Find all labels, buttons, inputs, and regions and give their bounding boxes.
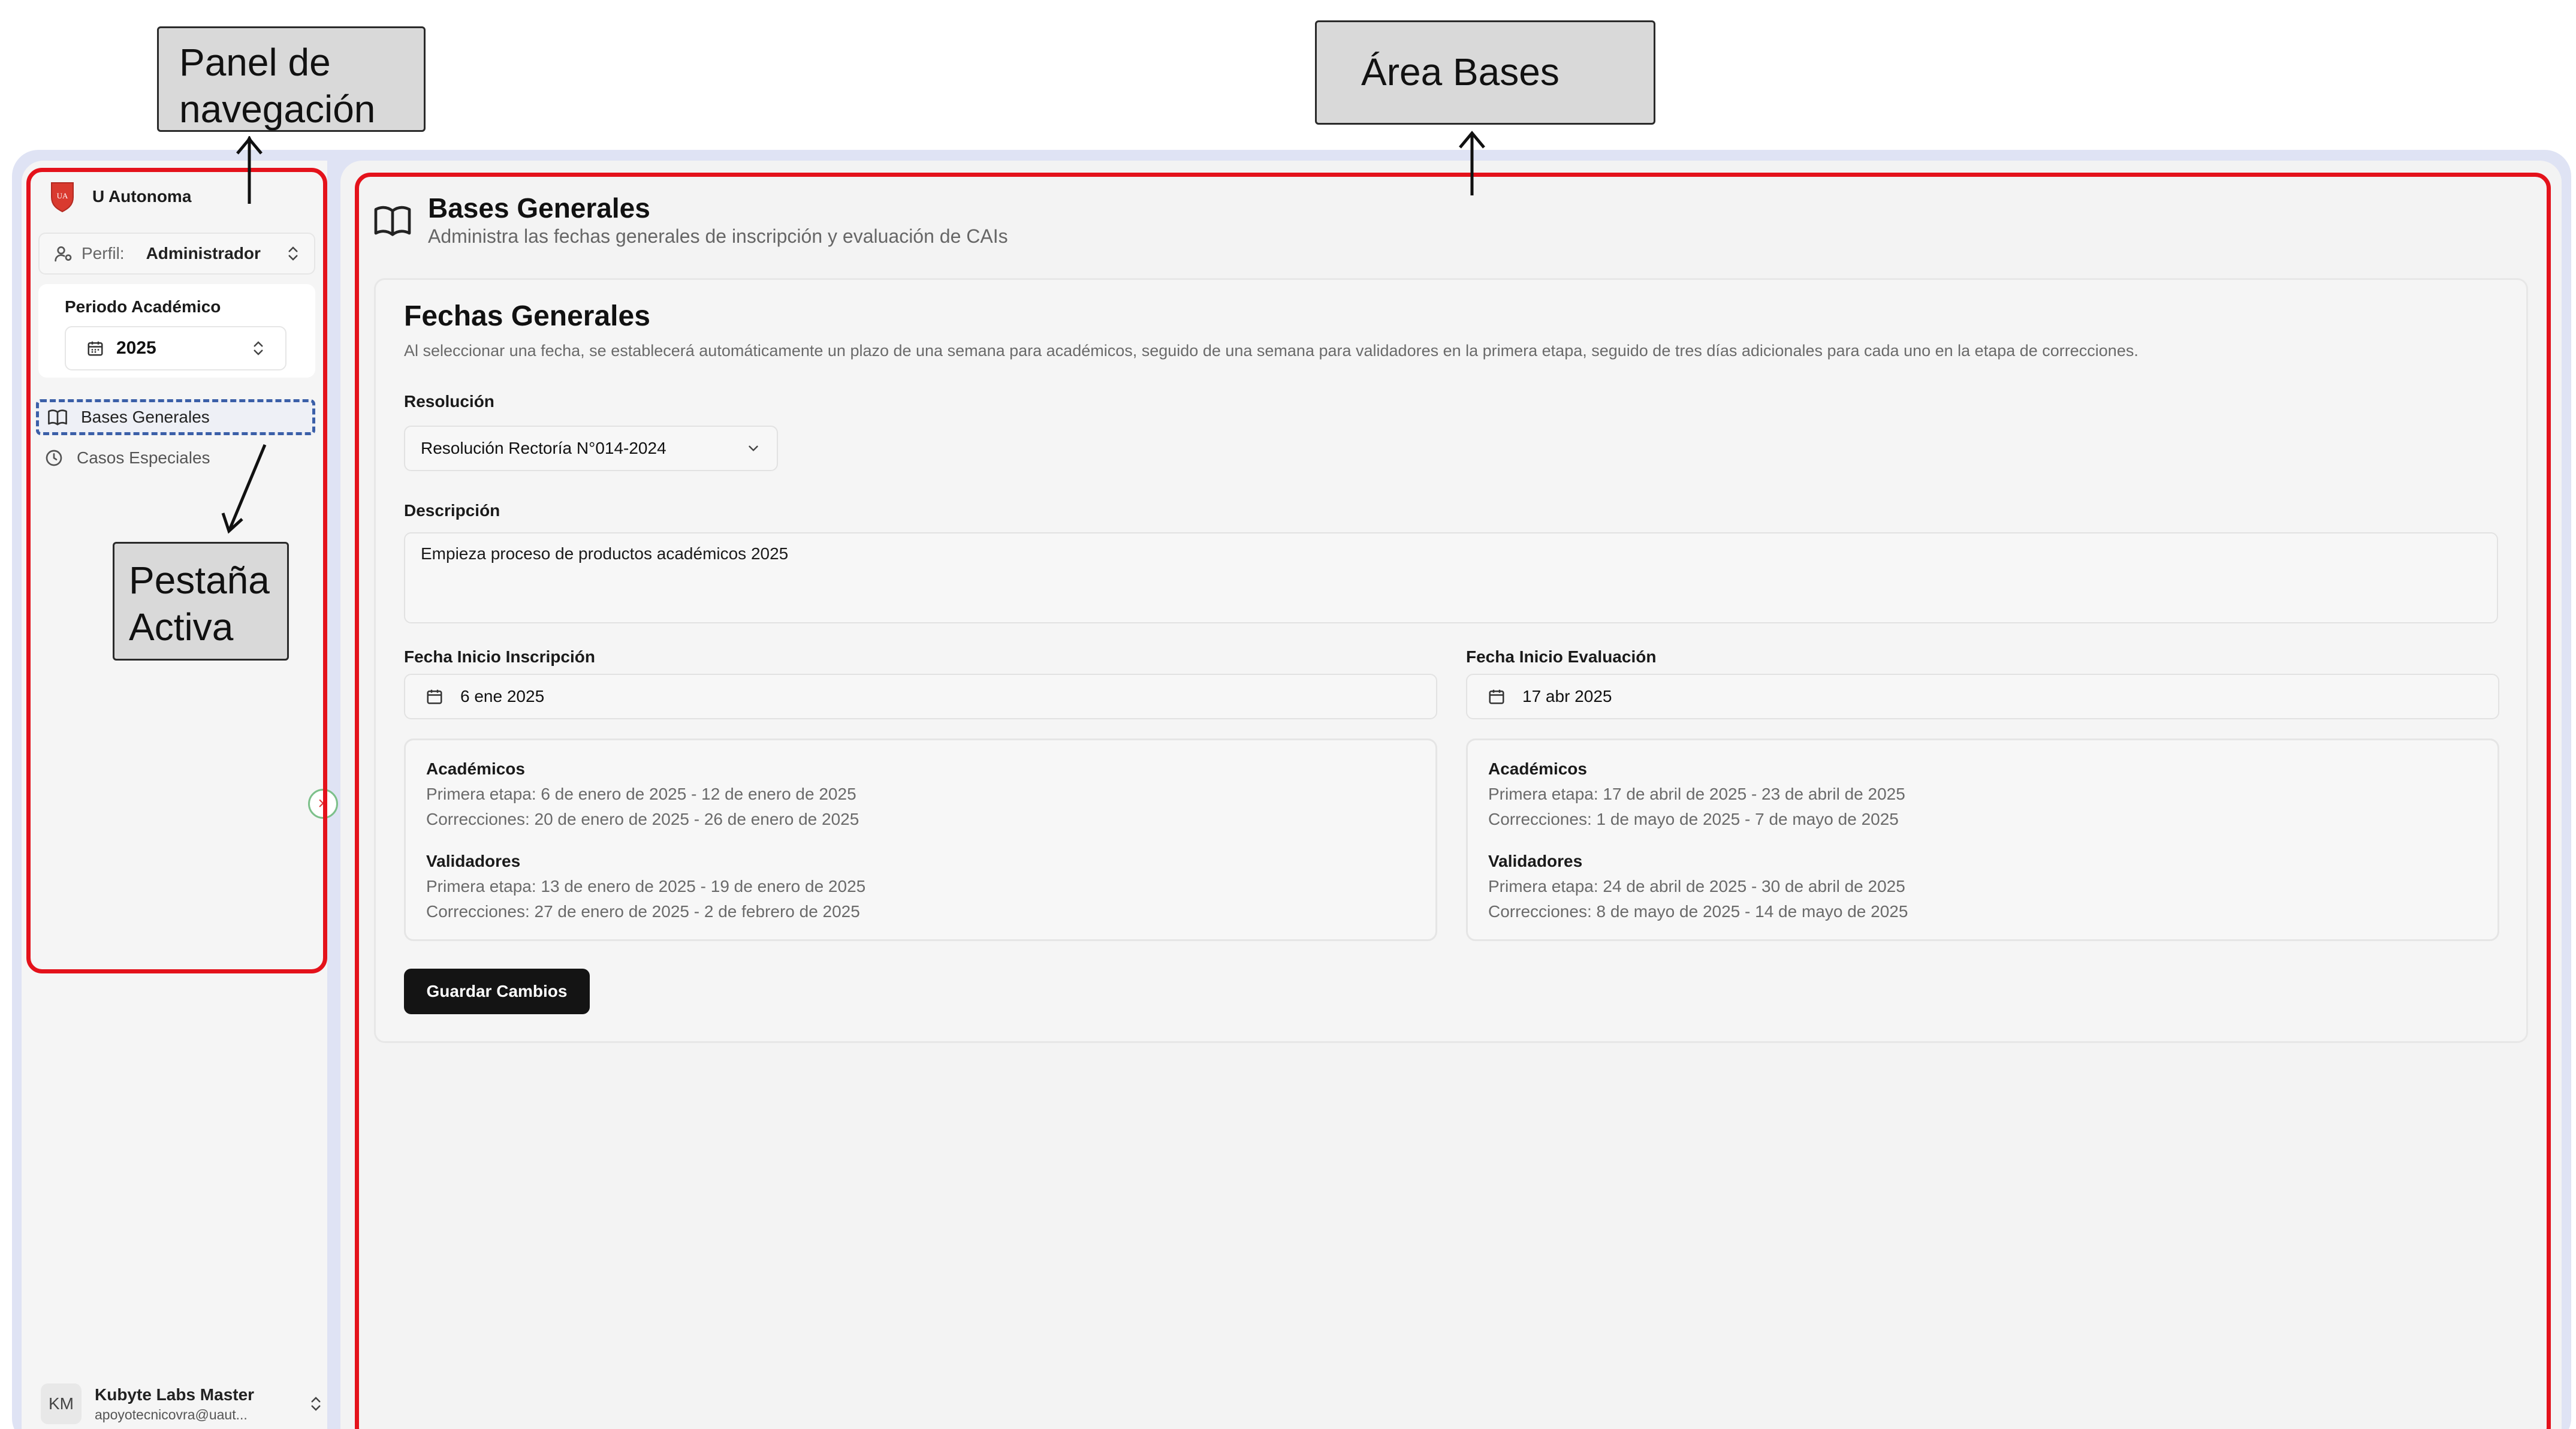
callout-bases-area: Área Bases	[1315, 20, 1655, 125]
chevrons-up-down-icon	[311, 1397, 321, 1411]
callout-active-tab: Pestaña Activa	[113, 542, 289, 661]
bases-area-highlight	[355, 173, 2551, 1429]
avatar: KM	[41, 1383, 82, 1424]
arrowhead-bases	[1459, 131, 1485, 149]
user-name: Kubyte Labs Master	[95, 1385, 255, 1404]
user-email: apoyotecnicovra@uaut...	[95, 1406, 248, 1422]
callout-navigation-panel: Panel de navegación	[157, 26, 426, 132]
user-menu[interactable]: KM Kubyte Labs Master apoyotecnicovra@ua…	[41, 1379, 322, 1429]
